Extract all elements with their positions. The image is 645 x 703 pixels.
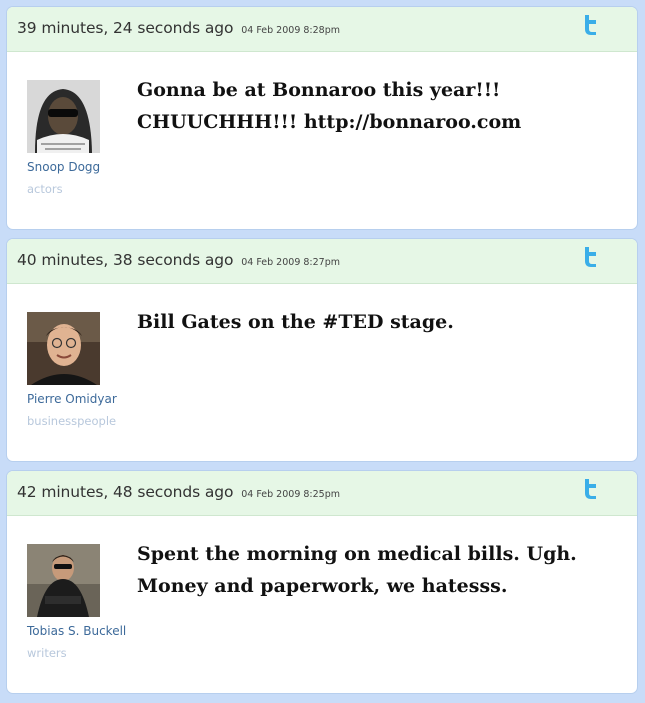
tweet-body: Snoop Dogg actors Gonna be at Bonnaroo t… xyxy=(7,52,637,229)
avatar[interactable] xyxy=(27,544,100,617)
absolute-timestamp: 04 Feb 2009 8:25pm xyxy=(241,489,340,500)
tweet-body: Tobias S. Buckell writers Spent the morn… xyxy=(7,516,637,693)
absolute-timestamp: 04 Feb 2009 8:28pm xyxy=(241,25,340,36)
author-name[interactable]: Tobias S. Buckell xyxy=(27,624,126,638)
avatar[interactable] xyxy=(27,80,100,153)
tweet-text: Gonna be at Bonnaroo this year!!! CHUUCH… xyxy=(137,79,522,133)
author-category[interactable]: writers xyxy=(27,646,67,660)
relative-time: 40 minutes, 38 seconds ago 04 Feb 2009 8… xyxy=(17,251,340,269)
relative-time: 42 minutes, 48 seconds ago 04 Feb 2009 8… xyxy=(17,483,340,501)
tweet-header: 39 minutes, 24 seconds ago 04 Feb 2009 8… xyxy=(7,7,637,52)
twitter-icon[interactable] xyxy=(580,478,602,500)
tweet-header: 42 minutes, 48 seconds ago 04 Feb 2009 8… xyxy=(7,471,637,516)
twitter-icon[interactable] xyxy=(580,14,602,36)
relative-time-text: 40 minutes, 38 seconds ago xyxy=(17,251,234,269)
relative-time: 39 minutes, 24 seconds ago 04 Feb 2009 8… xyxy=(17,19,340,37)
tweet-card: 39 minutes, 24 seconds ago 04 Feb 2009 8… xyxy=(7,7,637,229)
avatar[interactable] xyxy=(27,312,100,385)
tweet-card: 42 minutes, 48 seconds ago 04 Feb 2009 8… xyxy=(7,471,637,693)
author-name[interactable]: Pierre Omidyar xyxy=(27,392,117,406)
author-category[interactable]: actors xyxy=(27,182,63,196)
tweet-feed: 39 minutes, 24 seconds ago 04 Feb 2009 8… xyxy=(7,7,637,703)
tweet-card: 40 minutes, 38 seconds ago 04 Feb 2009 8… xyxy=(7,239,637,461)
tweet-text: Bill Gates on the #TED stage. xyxy=(137,311,454,333)
relative-time-text: 42 minutes, 48 seconds ago xyxy=(17,483,234,501)
tweet-header: 40 minutes, 38 seconds ago 04 Feb 2009 8… xyxy=(7,239,637,284)
author-category[interactable]: businesspeople xyxy=(27,414,116,428)
author-name[interactable]: Snoop Dogg xyxy=(27,160,100,174)
tweet-text: Spent the morning on medical bills. Ugh.… xyxy=(137,543,577,597)
twitter-icon[interactable] xyxy=(580,246,602,268)
absolute-timestamp: 04 Feb 2009 8:27pm xyxy=(241,257,340,268)
tweet-body: Pierre Omidyar businesspeople Bill Gates… xyxy=(7,284,637,461)
relative-time-text: 39 minutes, 24 seconds ago xyxy=(17,19,234,37)
